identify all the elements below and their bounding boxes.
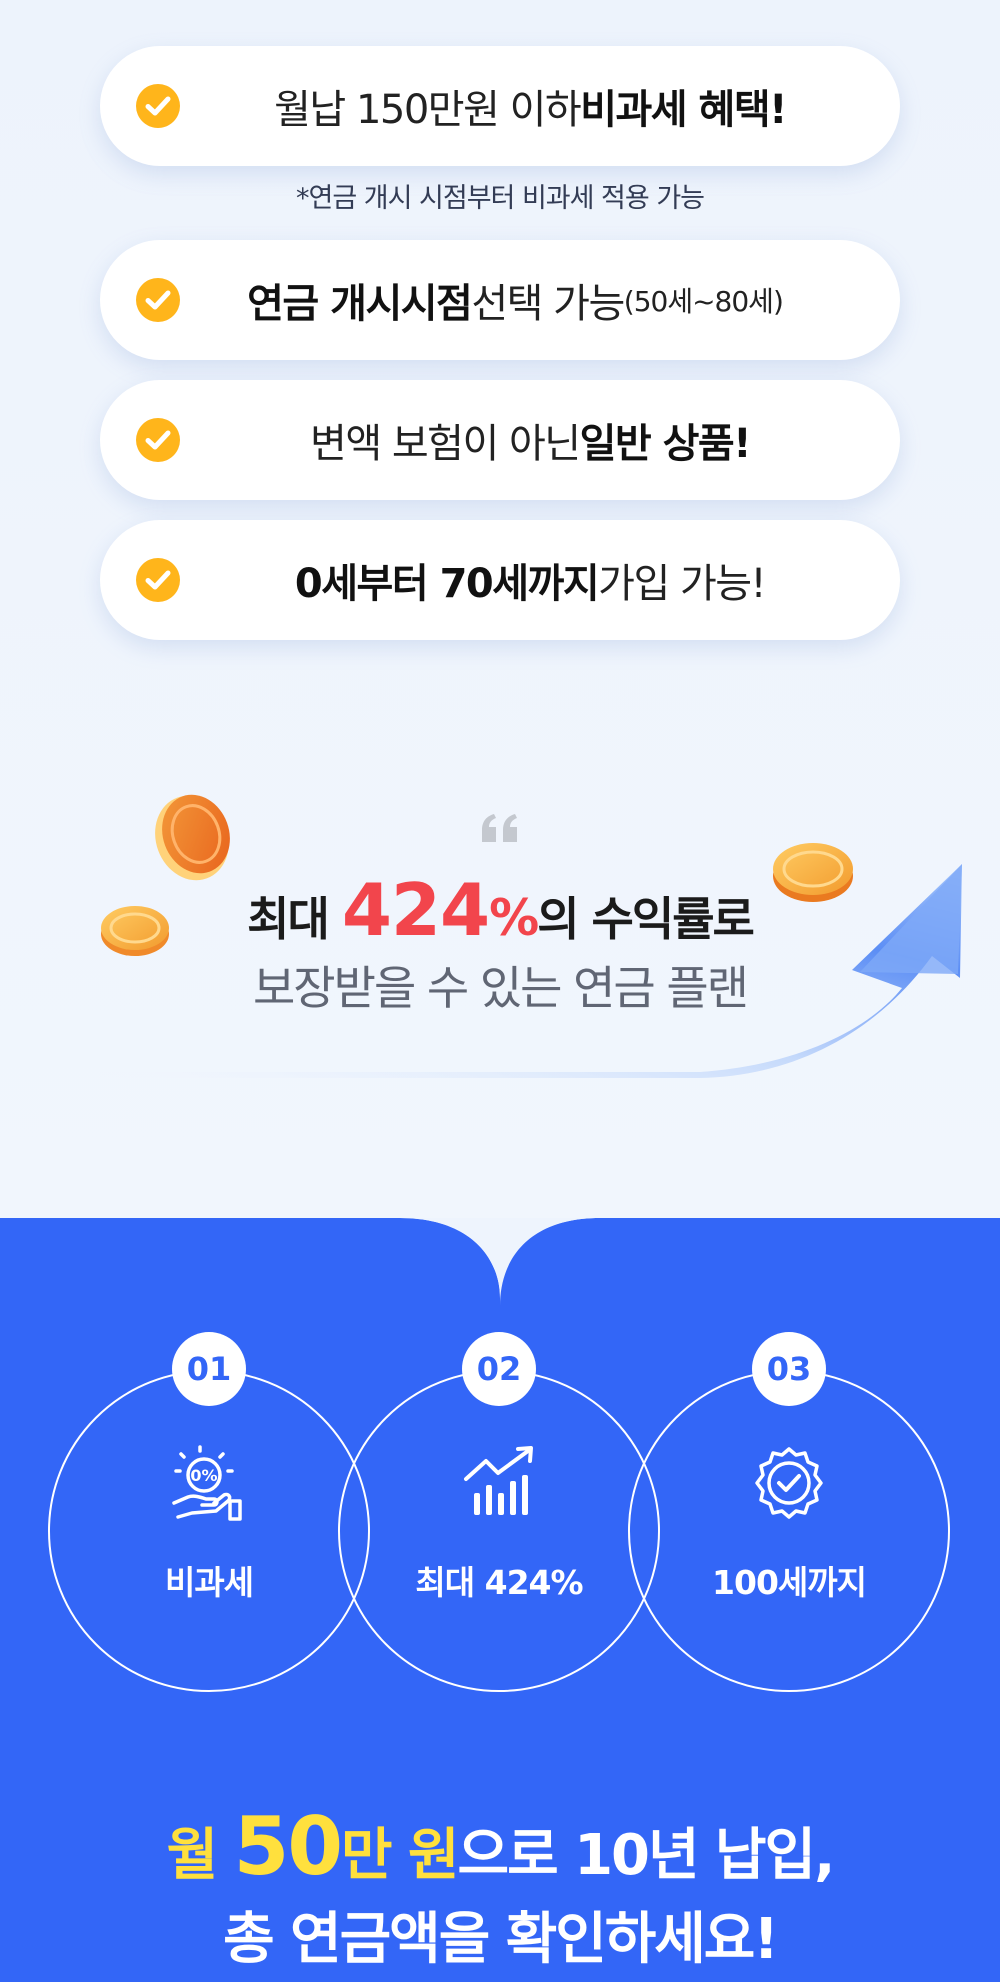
cta-headline-line2: 총 연금액을 확인하세요! [223, 1907, 779, 1972]
benefit-pill-tax-free: 월납 150만원 이하 비과세 혜택! [100, 46, 900, 166]
feature-label: 비과세 [164, 1563, 254, 1602]
benefit-pill-join-age: 0세부터 70세까지 가입 가능! [100, 520, 900, 640]
highlight-number: 424 [341, 868, 490, 952]
feature-circle [338, 1370, 660, 1692]
benefit-text-age-range: (50세~80세) [623, 285, 784, 318]
highlight-headline: 최대 424%의 수익률로 [0, 868, 1000, 952]
quote-icon [482, 814, 517, 842]
benefit-text: 0세부터 70세까지 가입 가능! [180, 520, 880, 640]
benefit-text-regular: 가입 가능! [598, 561, 766, 607]
feature-number: 02 [462, 1332, 536, 1406]
cta-amount: 50 [233, 1800, 343, 1893]
feature-label: 100세까지 [712, 1563, 867, 1602]
cta-month: 월 [166, 1823, 234, 1888]
highlight-suffix: 의 수익률로 [537, 892, 755, 946]
feature-number: 03 [752, 1332, 826, 1406]
benefit-text: 변액 보험이 아닌 일반 상품! [180, 380, 880, 500]
highlight-prefix: 최대 [247, 892, 342, 946]
benefit-text-regular: 변액 보험이 아닌 [310, 421, 581, 467]
check-icon [136, 84, 180, 128]
cta-unit: 만 원 [341, 1823, 460, 1888]
svg-text:0%: 0% [190, 1466, 217, 1485]
highlight-subline: 보장받을 수 있는 연금 플랜 [252, 961, 749, 1015]
check-icon [136, 558, 180, 602]
benefit-text-bold: 일반 상품! [579, 421, 752, 467]
certified-badge-icon [755, 1447, 823, 1519]
section-notch [400, 1218, 600, 1306]
benefit-text-bold: 비과세 혜택! [580, 87, 787, 133]
cta-headline-line1: 월 50만 원으로 10년 납입, [0, 1800, 1000, 1893]
benefit-text-regular: 월납 150만원 이하 [274, 87, 582, 133]
benefit-text-bold: 연금 개시시점 [247, 281, 473, 327]
feature-label: 최대 424% [415, 1563, 583, 1602]
check-icon [136, 418, 180, 462]
benefit-text-regular: 선택 가능 [471, 281, 625, 327]
benefit-pill-start-age: 연금 개시시점 선택 가능 (50세~80세) [100, 240, 900, 360]
growth-chart-icon [464, 1446, 533, 1515]
feature-number: 01 [172, 1332, 246, 1406]
feature-circle [628, 1370, 950, 1692]
feature-circle [48, 1370, 370, 1692]
zero-percent-hand-icon: 0% [172, 1445, 242, 1521]
benefit-text: 월납 150만원 이하 비과세 혜택! [180, 46, 880, 166]
tax-note: *연금 개시 시점부터 비과세 적용 가능 [295, 183, 705, 214]
benefit-text: 연금 개시시점 선택 가능 (50세~80세) [150, 240, 880, 360]
benefit-pill-general-product: 변액 보험이 아닌 일반 상품! [100, 380, 900, 500]
highlight-percent: % [489, 889, 539, 947]
cta-period: 으로 10년 납입, [457, 1823, 836, 1888]
benefit-text-bold: 0세부터 70세까지 [294, 561, 600, 607]
